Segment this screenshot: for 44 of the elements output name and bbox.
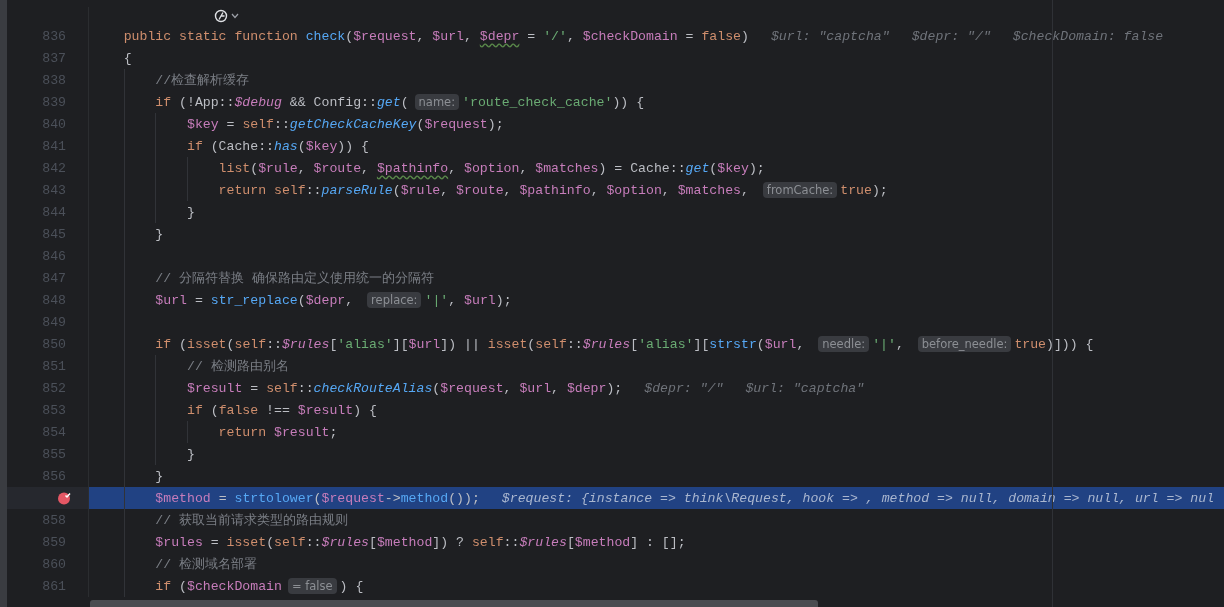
code-text: }: [154, 226, 164, 242]
chevron-down-icon[interactable]: [231, 13, 239, 19]
code-text: '|',: [872, 336, 905, 352]
inline-debug-value: $checkDomain: false: [1012, 28, 1164, 44]
inline-debug-value: $depr: "/": [911, 28, 991, 44]
code-text: list($rule, $route, $pathinfo, $option, $matches) = Cache::get($key);: [217, 160, 765, 176]
parameter-hint: fromCache:: [762, 182, 838, 198]
breakpoint-icon[interactable]: [57, 491, 72, 505]
code-text: }: [154, 468, 164, 484]
parameter-hint: name:: [414, 94, 460, 110]
code-comment: //检查解析缓存: [154, 72, 250, 89]
code-text: return $result;: [217, 424, 338, 440]
at-sign-icon[interactable]: [214, 9, 228, 23]
parameter-hint: = false: [287, 578, 337, 594]
code-text: }: [185, 446, 195, 462]
code-text: if (isset(self::$rules['alias'][$url]) || isset(self::$rules['alias'][strstr($url,: [154, 336, 806, 352]
code-text: if (false !== $result) {: [185, 402, 377, 418]
inline-debug-value: $url: "captcha": [745, 380, 865, 396]
code-text: true)])) {: [1014, 336, 1094, 352]
code-text: '|', $url);: [424, 292, 512, 308]
parameter-hint: needle:: [818, 336, 870, 352]
inline-debug-value: $depr: "/": [644, 380, 724, 396]
code-comment: // 检测路由别名: [185, 358, 289, 375]
code-text: return self::parseRule($rule, $route, $pathinfo, $option, $matches,: [217, 182, 750, 198]
code-text: ) {: [339, 578, 364, 594]
code-comment: // 检测域名部署: [154, 556, 258, 573]
code-text: $url = str_replace($depr,: [154, 292, 355, 308]
horizontal-scrollbar[interactable]: [90, 600, 818, 607]
code-text: if ($checkDomain: [154, 578, 282, 594]
code-comment: // 获取当前请求类型的路由规则: [154, 512, 349, 529]
parameter-hint: replace:: [367, 292, 422, 308]
code-text: $key = self::getCheckCacheKey($request);: [185, 116, 504, 132]
code-text: public static function check($request, $url, $depr = '/', $checkDomain = false): [122, 28, 749, 44]
code-text: if (!App::$debug && Config::get(: [154, 94, 409, 110]
code-text: $method = strtolower($request->method());: [154, 490, 480, 506]
code-text: if (Cache::has($key)) {: [185, 138, 369, 154]
code-text: $result = self::checkRouteAlias($request, $url, $depr);: [185, 380, 623, 396]
code-text: {: [122, 50, 132, 66]
code-text: $rules = isset(self::$rules[$method]) ? self::$rules[$method] : [];: [154, 534, 686, 550]
parameter-hint: before_needle:: [917, 336, 1012, 352]
code-text: 'route_check_cache')) {: [462, 94, 645, 110]
inline-debug-value: $url: "captcha": [770, 28, 890, 44]
code-text: true);: [840, 182, 888, 198]
code-text: }: [185, 204, 195, 220]
